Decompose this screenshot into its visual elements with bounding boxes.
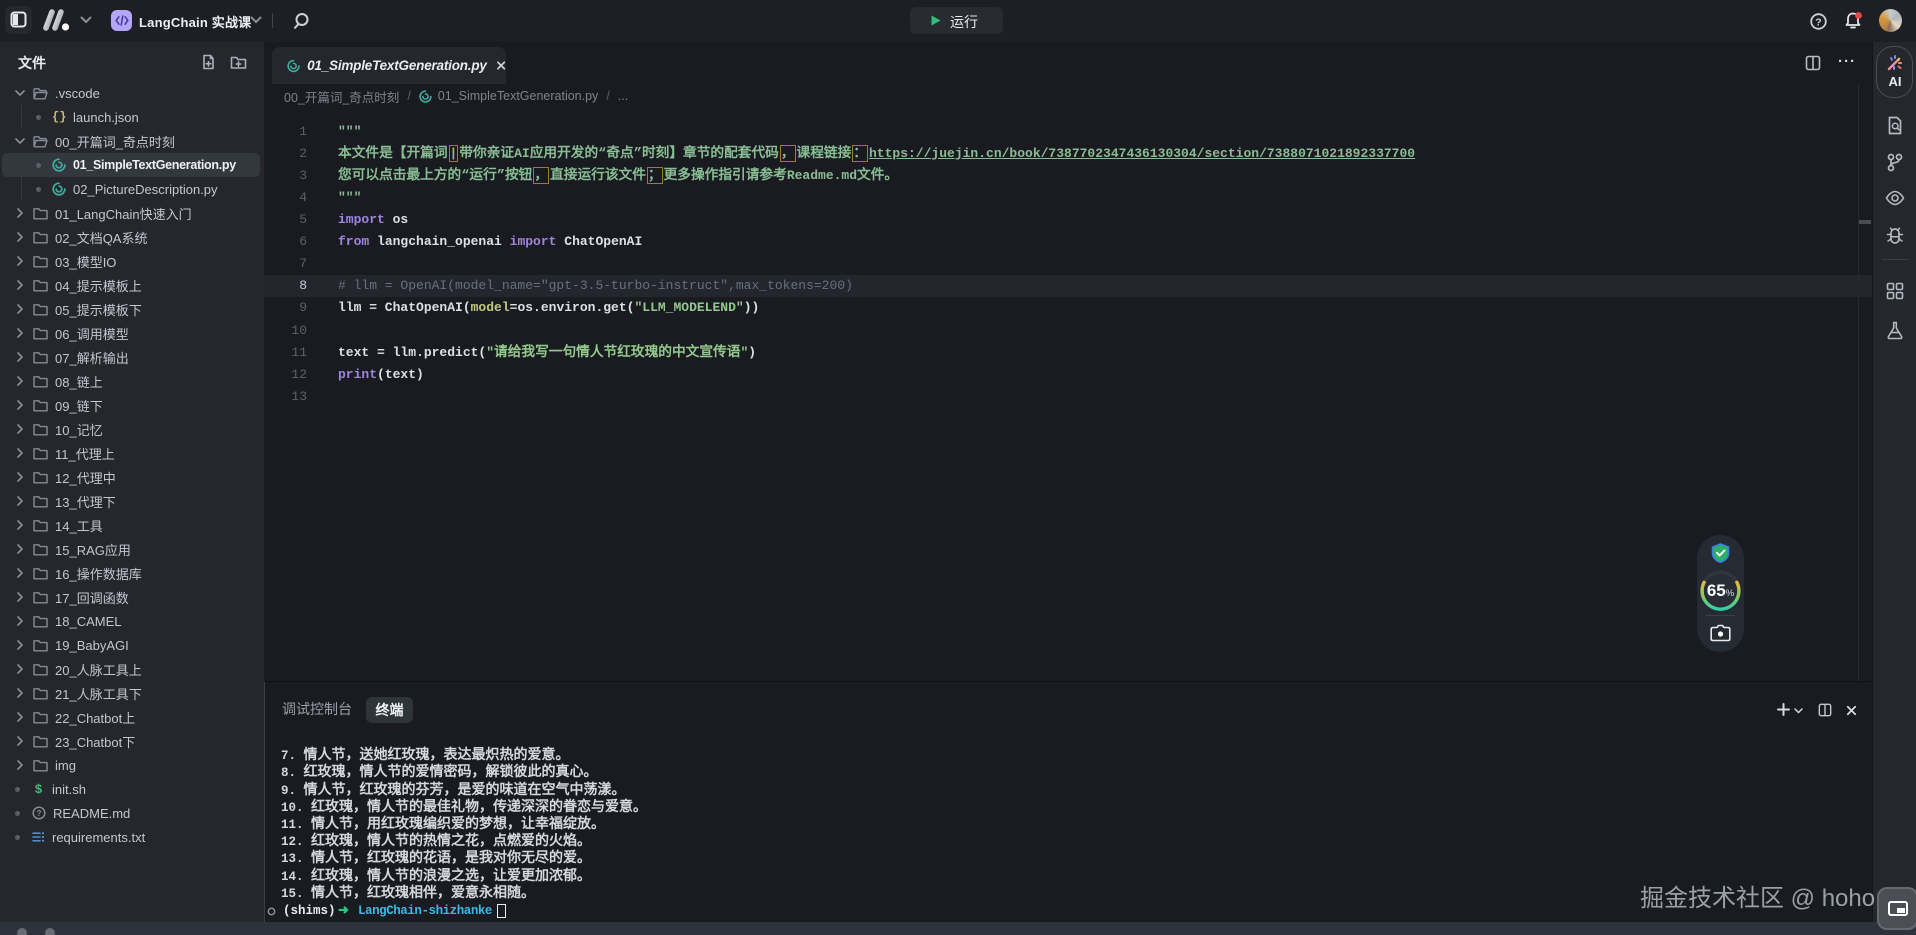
- svg-text:?: ?: [37, 809, 42, 818]
- svg-text:?: ?: [1815, 16, 1821, 28]
